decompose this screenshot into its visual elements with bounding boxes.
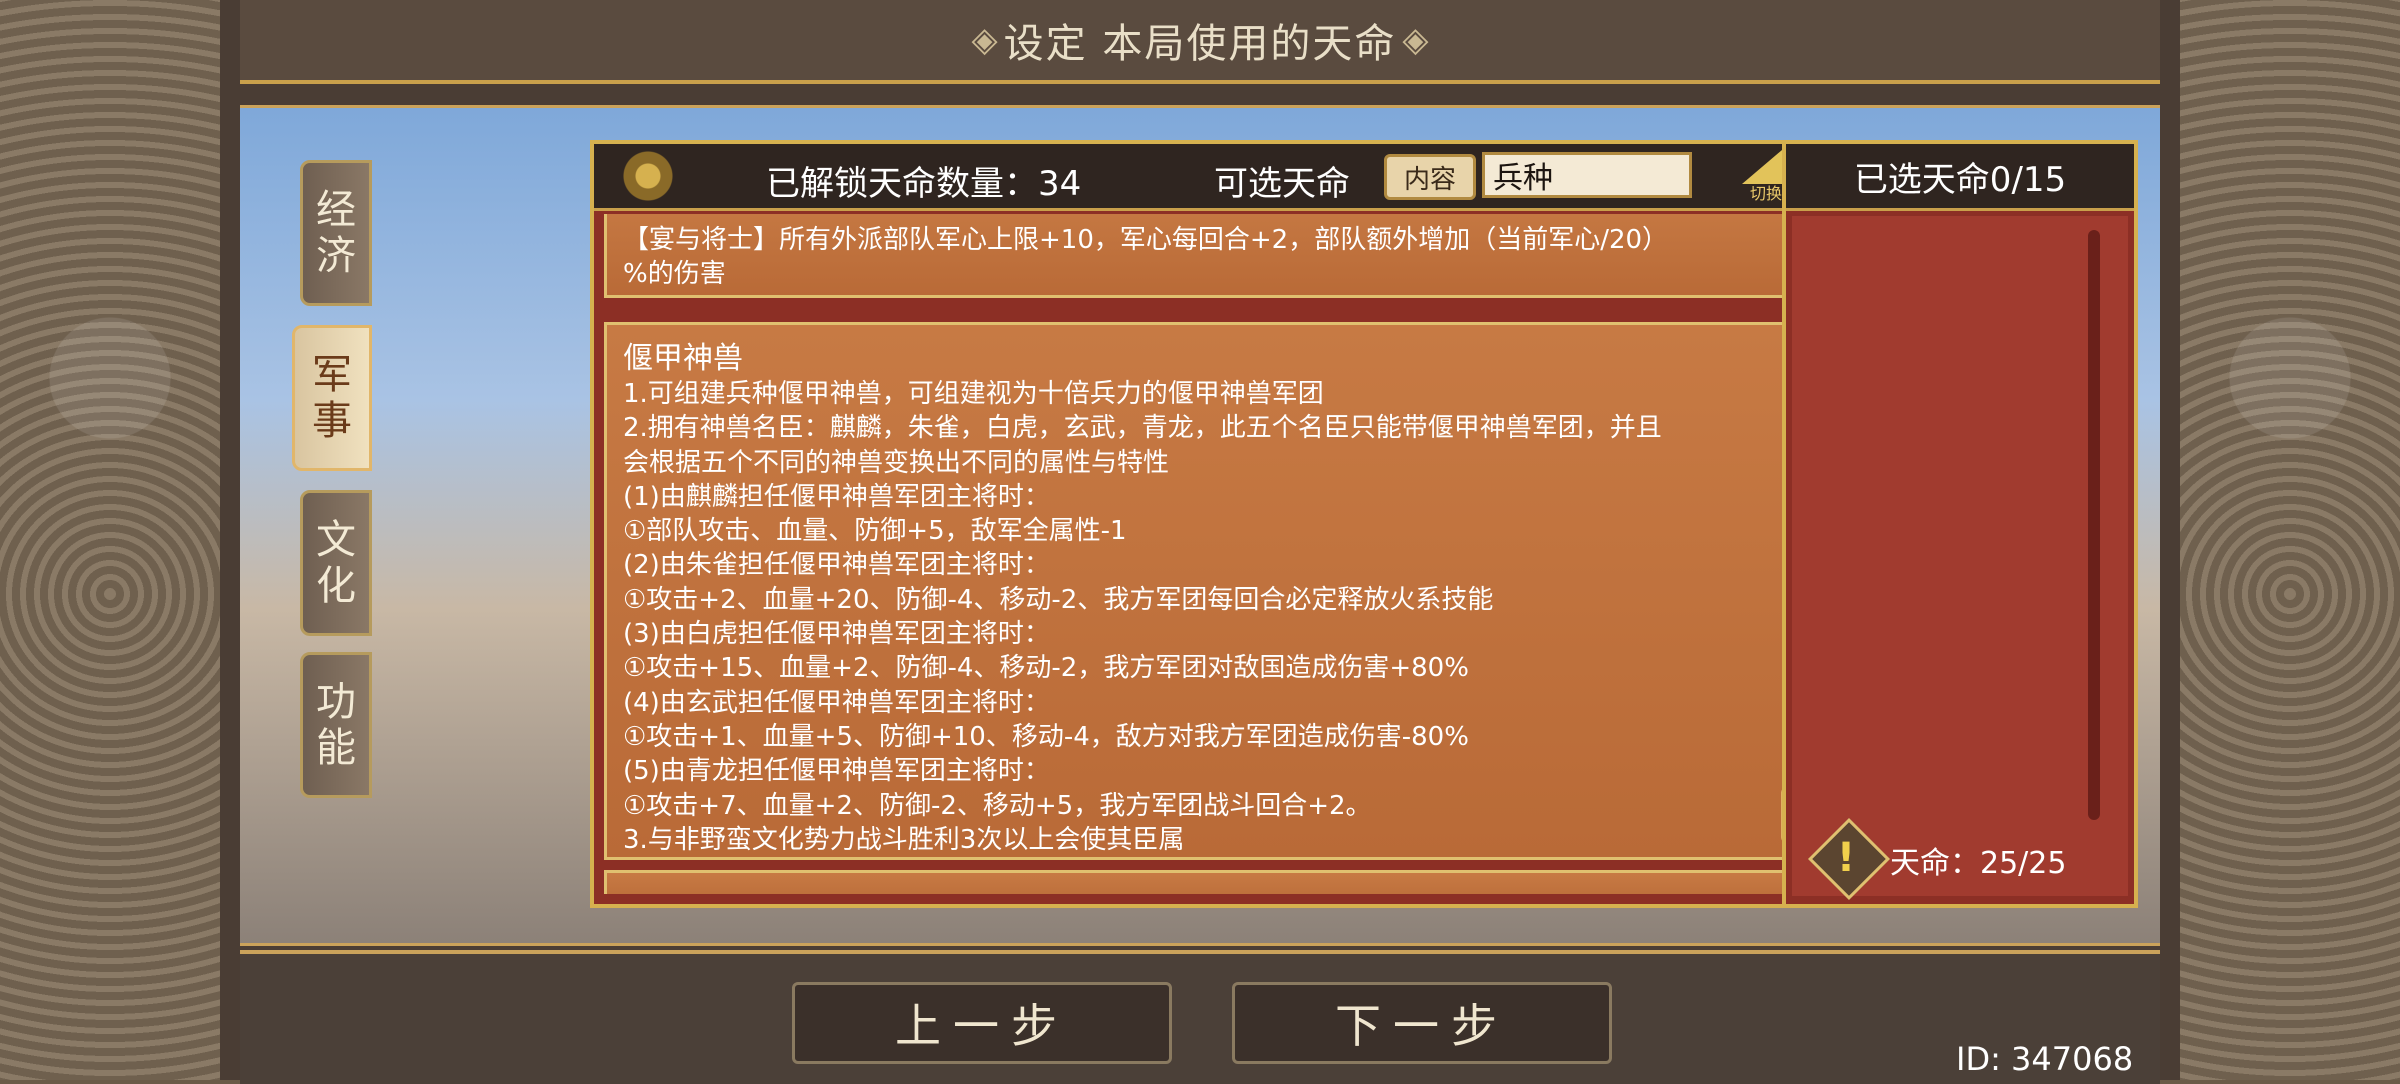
card-desc-line: ①攻击+2、血量+20、防御-4、移动-2、我方军团每回合必定释放火系技能 (623, 584, 1494, 615)
fate-list-panel: 已解锁天命数量：34 可选天命 内容 兵种 切换显示 【宴与将士】所有外派部队军… (590, 140, 1978, 908)
card-desc-line: 【宴与将士】所有外派部队军心上限+10，军心每回合+2，部队额外增加（当前军心/… (623, 225, 1669, 255)
tab-military[interactable]: 军 事 (292, 325, 372, 471)
tab-culture-char2: 化 (316, 563, 356, 609)
content-filter-button[interactable]: 内容 (1384, 154, 1476, 200)
card-desc-line: %的伤害 (623, 259, 726, 289)
tab-culture-char1: 文 (316, 517, 356, 563)
title-bar: ◈ 设定 本局使用的天命 ◈ (240, 0, 2160, 84)
card-title: 偃甲神兽 (623, 341, 743, 376)
fate-count: 天命：25/25 (1890, 846, 2067, 881)
card-desc-line: (2)由朱雀担任偃甲神兽军团主将时： (623, 550, 1050, 581)
bottom-bar (240, 950, 2160, 1084)
tab-function[interactable]: 功 能 (300, 652, 372, 798)
tab-economy[interactable]: 经 济 (300, 160, 372, 306)
tab-economy-char1: 经 (316, 187, 356, 233)
tab-economy-char2: 济 (316, 233, 356, 279)
selected-fate-panel: 已选天命0/15 ! 天命：25/25 (1782, 140, 2138, 908)
card-description: 1.可组建兵种偃甲神兽，可组建视为十倍兵力的偃甲神兽军团 2.拥有神兽名臣：麒麟… (623, 377, 1662, 857)
filter-input[interactable]: 兵种 (1482, 152, 1692, 198)
player-id: ID: 347068 (1956, 1040, 2134, 1078)
main-frame: ◈ 设定 本局使用的天命 ◈ 经 济 军 事 文 化 功 能 已解锁天命数量：3… (220, 0, 2180, 1084)
selected-scrollbar[interactable] (2088, 230, 2100, 820)
tab-culture[interactable]: 文 化 (300, 490, 372, 636)
card-desc-line: ①攻击+15、血量+2、防御-4、移动-2，我方军团对敌国造成伤害+80% (623, 653, 1469, 684)
list-item[interactable]: 偃甲神兽 1.可组建兵种偃甲神兽，可组建视为十倍兵力的偃甲神兽军团 2.拥有神兽… (604, 322, 1936, 860)
list-item[interactable] (604, 870, 1936, 894)
card-desc-line: ①攻击+7、血量+2、防御-2、移动+5，我方军团战斗回合+2。 (623, 790, 1372, 821)
card-desc-line: ①部队攻击、血量、防御+5，敌军全属性-1 (623, 516, 1127, 547)
card-desc-line: (4)由玄武担任偃甲神兽军团主将时： (623, 687, 1050, 718)
fate-list[interactable]: 【宴与将士】所有外派部队军心上限+10，军心每回合+2，部队额外增加（当前军心/… (604, 214, 1936, 894)
selected-fate-header: 已选天命0/15 (1786, 144, 2134, 211)
tab-function-char2: 能 (316, 725, 356, 771)
card-desc-line: 1.可组建兵种偃甲神兽，可组建视为十倍兵力的偃甲神兽军团 (623, 379, 1324, 409)
card-desc-line: (3)由白虎担任偃甲神兽军团主将时： (623, 619, 1050, 650)
selectable-label: 可选天命 (1214, 164, 1350, 204)
title-ornament-left-icon: ◈ (971, 20, 998, 60)
card-desc-line: (5)由青龙担任偃甲神兽军团主将时： (623, 756, 1050, 787)
card-desc-line: ①攻击+1、血量+5、防御+10、移动-4，敌方对我方军团造成伤害-80% (623, 721, 1469, 752)
card-desc-line: (1)由麒麟担任偃甲神兽军团主将时： (623, 481, 1050, 512)
fate-list-header: 已解锁天命数量：34 可选天命 内容 兵种 切换显示 (594, 144, 1974, 211)
title-ornament-right-icon: ◈ (1402, 20, 1429, 60)
prev-step-button[interactable]: 上一步 (792, 982, 1172, 1064)
list-item[interactable]: 【宴与将士】所有外派部队军心上限+10，军心每回合+2，部队额外增加（当前军心/… (604, 214, 1936, 298)
tab-military-char1: 军 (312, 352, 352, 398)
tab-function-char1: 功 (316, 679, 356, 725)
right-dragon-panel (2180, 0, 2400, 1080)
card-desc-line: 会根据五个不同的神兽变换出不同的属性与特性 (623, 447, 1170, 478)
selected-fate-list[interactable] (1792, 216, 2128, 896)
unlocked-count: 已解锁天命数量：34 (766, 164, 1082, 204)
card-desc-line: 2.拥有神兽名臣：麒麟，朱雀，白虎，玄武，青龙，此五个名臣只能带偃甲神兽军团，并… (623, 413, 1662, 444)
next-step-button[interactable]: 下一步 (1232, 982, 1612, 1064)
exclamation-icon: ! (1836, 835, 1856, 881)
card-desc-line: 3.与非野蛮文化势力战斗胜利3次以上会使其臣属 (623, 824, 1185, 855)
dragon-ornament-left-icon (600, 146, 720, 206)
tab-military-char2: 事 (312, 398, 352, 444)
page-title: 设定 本局使用的天命 (1003, 21, 1397, 67)
left-dragon-panel (0, 0, 220, 1080)
